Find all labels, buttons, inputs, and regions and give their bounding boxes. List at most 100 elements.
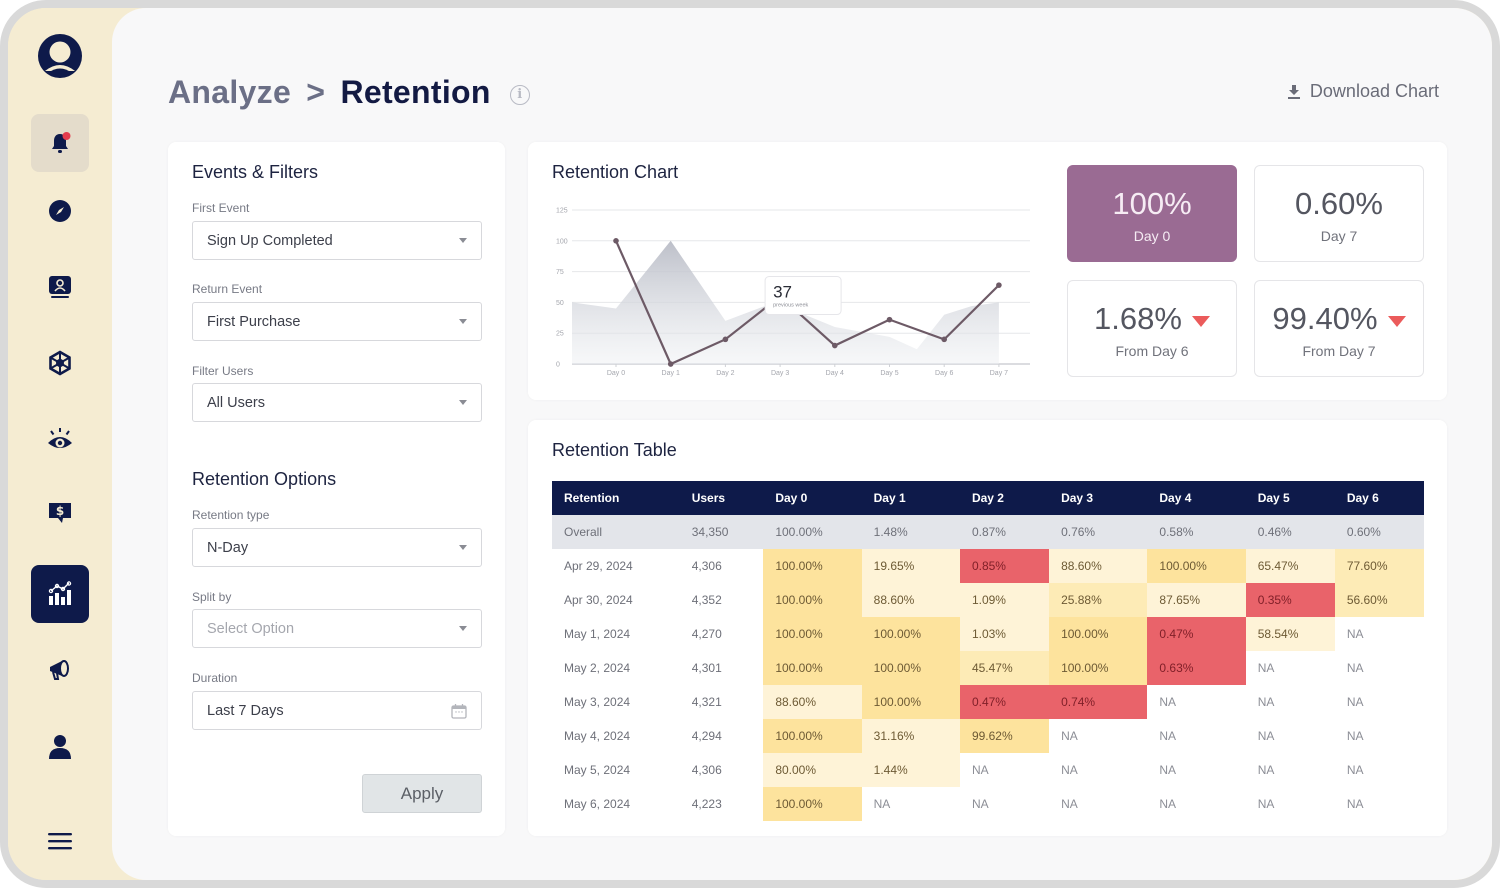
- retention-cell: 0.63%: [1147, 651, 1246, 685]
- retention-cell: NA: [1159, 695, 1177, 709]
- retention-cell: 100.00%: [763, 651, 862, 685]
- retention-cell: 1.09%: [959, 583, 1050, 617]
- sidebar-item-explore[interactable]: [31, 182, 89, 240]
- retention-cell: 0.47%: [959, 685, 1050, 719]
- download-chart-label: Download Chart: [1309, 81, 1439, 101]
- stat-card[interactable]: 99.40% From Day 7: [1254, 280, 1424, 377]
- x-tick-label: Day 2: [716, 370, 734, 377]
- chevron-down-icon: [459, 238, 467, 243]
- retention-cell: 100.00%: [763, 787, 862, 821]
- retention-cell: NA: [1257, 797, 1275, 811]
- first-event-label: First Event: [192, 201, 250, 215]
- retention-cell: NA: [1257, 763, 1275, 777]
- split-by-select[interactable]: Select Option: [192, 609, 482, 648]
- data-point[interactable]: [667, 361, 674, 367]
- events-filters-heading: Events & Filters: [192, 162, 319, 182]
- duration-date-picker[interactable]: Last 7 Days: [192, 691, 482, 730]
- sidebar-item-revenue[interactable]: $: [31, 484, 89, 542]
- split-by-label: Split by: [192, 590, 232, 604]
- retention-cell: 25.88%: [1049, 583, 1148, 617]
- sidebar-item-monitor[interactable]: [31, 410, 89, 468]
- return-event-select[interactable]: First Purchase: [192, 302, 482, 341]
- retention-cell: 99.62%: [959, 719, 1050, 753]
- chart-tooltip: 37 previous week: [764, 276, 842, 316]
- retention-cell: 56.60%: [1334, 583, 1424, 617]
- users-cell: 4,223: [691, 797, 722, 811]
- megaphone-icon: [50, 660, 69, 680]
- breadcrumb-parent[interactable]: Analyze: [168, 74, 291, 110]
- retention-cell: 100.00%: [763, 549, 862, 583]
- filter-users-select[interactable]: All Users: [192, 383, 482, 422]
- trend-down-icon: [1191, 315, 1210, 327]
- table-row: May 3, 2024 4,321 88.60% 100.00% 0.47% 0.74% N…: [552, 685, 1424, 719]
- retention-cell: 0.85%: [959, 549, 1050, 583]
- retention-type-select[interactable]: N-Day: [192, 528, 482, 567]
- retention-chart-heading: Retention Chart: [552, 162, 679, 182]
- column-header[interactable]: Day 3: [1049, 481, 1148, 515]
- retention-cell: 77.60%: [1334, 549, 1424, 583]
- retention-cell: 100.00%: [763, 583, 862, 617]
- app-window: $ Analyze > Retention i Download Chart E…: [0, 0, 1500, 888]
- download-chart-button[interactable]: Download Chart: [1287, 81, 1439, 102]
- stat-card[interactable]: 0.60% Day 7: [1254, 165, 1424, 262]
- info-icon[interactable]: i: [509, 85, 530, 105]
- user-avatar-logo[interactable]: [37, 33, 83, 79]
- retention-chart-card: Retention Chart 0 25 50 75 100 125 Day 0 Day 1…: [528, 142, 1447, 400]
- sidebar-item-users[interactable]: [31, 718, 89, 776]
- retention-cell: 100.00%: [1147, 549, 1246, 583]
- filter-users-label: Filter Users: [192, 364, 254, 378]
- stat-value: 1.68%: [1094, 301, 1182, 336]
- return-event-value: First Purchase: [207, 313, 301, 330]
- table-row: Apr 29, 2024 4,306 100.00% 19.65% 0.85% 88.60…: [552, 549, 1424, 583]
- retention-cell: NA: [1159, 797, 1177, 811]
- column-header[interactable]: Day 1: [861, 481, 960, 515]
- data-point[interactable]: [886, 316, 893, 323]
- retention-cell: 100.00%: [861, 685, 960, 719]
- retention-cell: 58.54%: [1245, 617, 1335, 651]
- stat-card[interactable]: 100% Day 0: [1067, 165, 1237, 262]
- chevron-down-icon: [459, 400, 467, 405]
- column-header[interactable]: Day 4: [1147, 481, 1246, 515]
- sidebar-item-integrations[interactable]: [31, 334, 89, 392]
- overall-row: Overall 34,350 100.00% 1.48% 0.87% 0.76% 0.58%…: [552, 515, 1424, 549]
- column-header[interactable]: Day 6: [1334, 481, 1424, 515]
- retention-options-heading: Retention Options: [192, 469, 337, 489]
- column-header[interactable]: Users: [679, 481, 764, 515]
- retention-cell: NA: [1257, 729, 1275, 743]
- retention-cell: NA: [1061, 763, 1078, 777]
- users-cell: 4,301: [691, 661, 722, 675]
- data-point[interactable]: [722, 336, 729, 343]
- retention-cell: NA: [1346, 763, 1364, 777]
- data-point[interactable]: [941, 336, 947, 343]
- y-tick-label: 125: [556, 208, 568, 215]
- table-cell: 0.46%: [1245, 515, 1335, 549]
- column-header[interactable]: Day 0: [763, 481, 862, 515]
- sidebar-item-notifications[interactable]: [31, 114, 89, 172]
- column-header[interactable]: Day 5: [1245, 481, 1335, 515]
- first-event-select[interactable]: Sign Up Completed: [192, 221, 482, 260]
- sidebar-item-analyze[interactable]: [31, 565, 89, 623]
- retention-cell: 87.65%: [1147, 583, 1246, 617]
- retention-cell: 31.16%: [861, 719, 960, 753]
- sidebar-item-menu[interactable]: [31, 812, 89, 870]
- analytics-chart-icon: [48, 581, 72, 605]
- column-header[interactable]: Day 2: [959, 481, 1050, 515]
- retention-cell: 1.03%: [959, 617, 1050, 651]
- sidebar-item-profiles[interactable]: [31, 258, 89, 316]
- data-point[interactable]: [613, 238, 619, 244]
- data-point[interactable]: [832, 342, 838, 349]
- stat-card[interactable]: 1.68% From Day 6: [1067, 280, 1237, 377]
- column-header[interactable]: Retention: [552, 481, 680, 515]
- retention-cell: 45.47%: [959, 651, 1050, 685]
- table-cell: 0.76%: [1049, 515, 1148, 549]
- users-cell: 4,270: [691, 627, 722, 641]
- retention-cell: 88.60%: [1049, 549, 1148, 583]
- table-cell: 100.00%: [763, 515, 862, 549]
- cohort-date-cell: May 6, 2024: [564, 797, 631, 811]
- x-tick-label: Day 5: [880, 370, 898, 377]
- sidebar-item-campaigns[interactable]: [31, 640, 89, 698]
- x-tick-label: Day 3: [771, 370, 789, 377]
- data-point[interactable]: [996, 282, 1002, 288]
- retention-cell: 88.60%: [861, 583, 960, 617]
- apply-button[interactable]: Apply: [362, 774, 482, 813]
